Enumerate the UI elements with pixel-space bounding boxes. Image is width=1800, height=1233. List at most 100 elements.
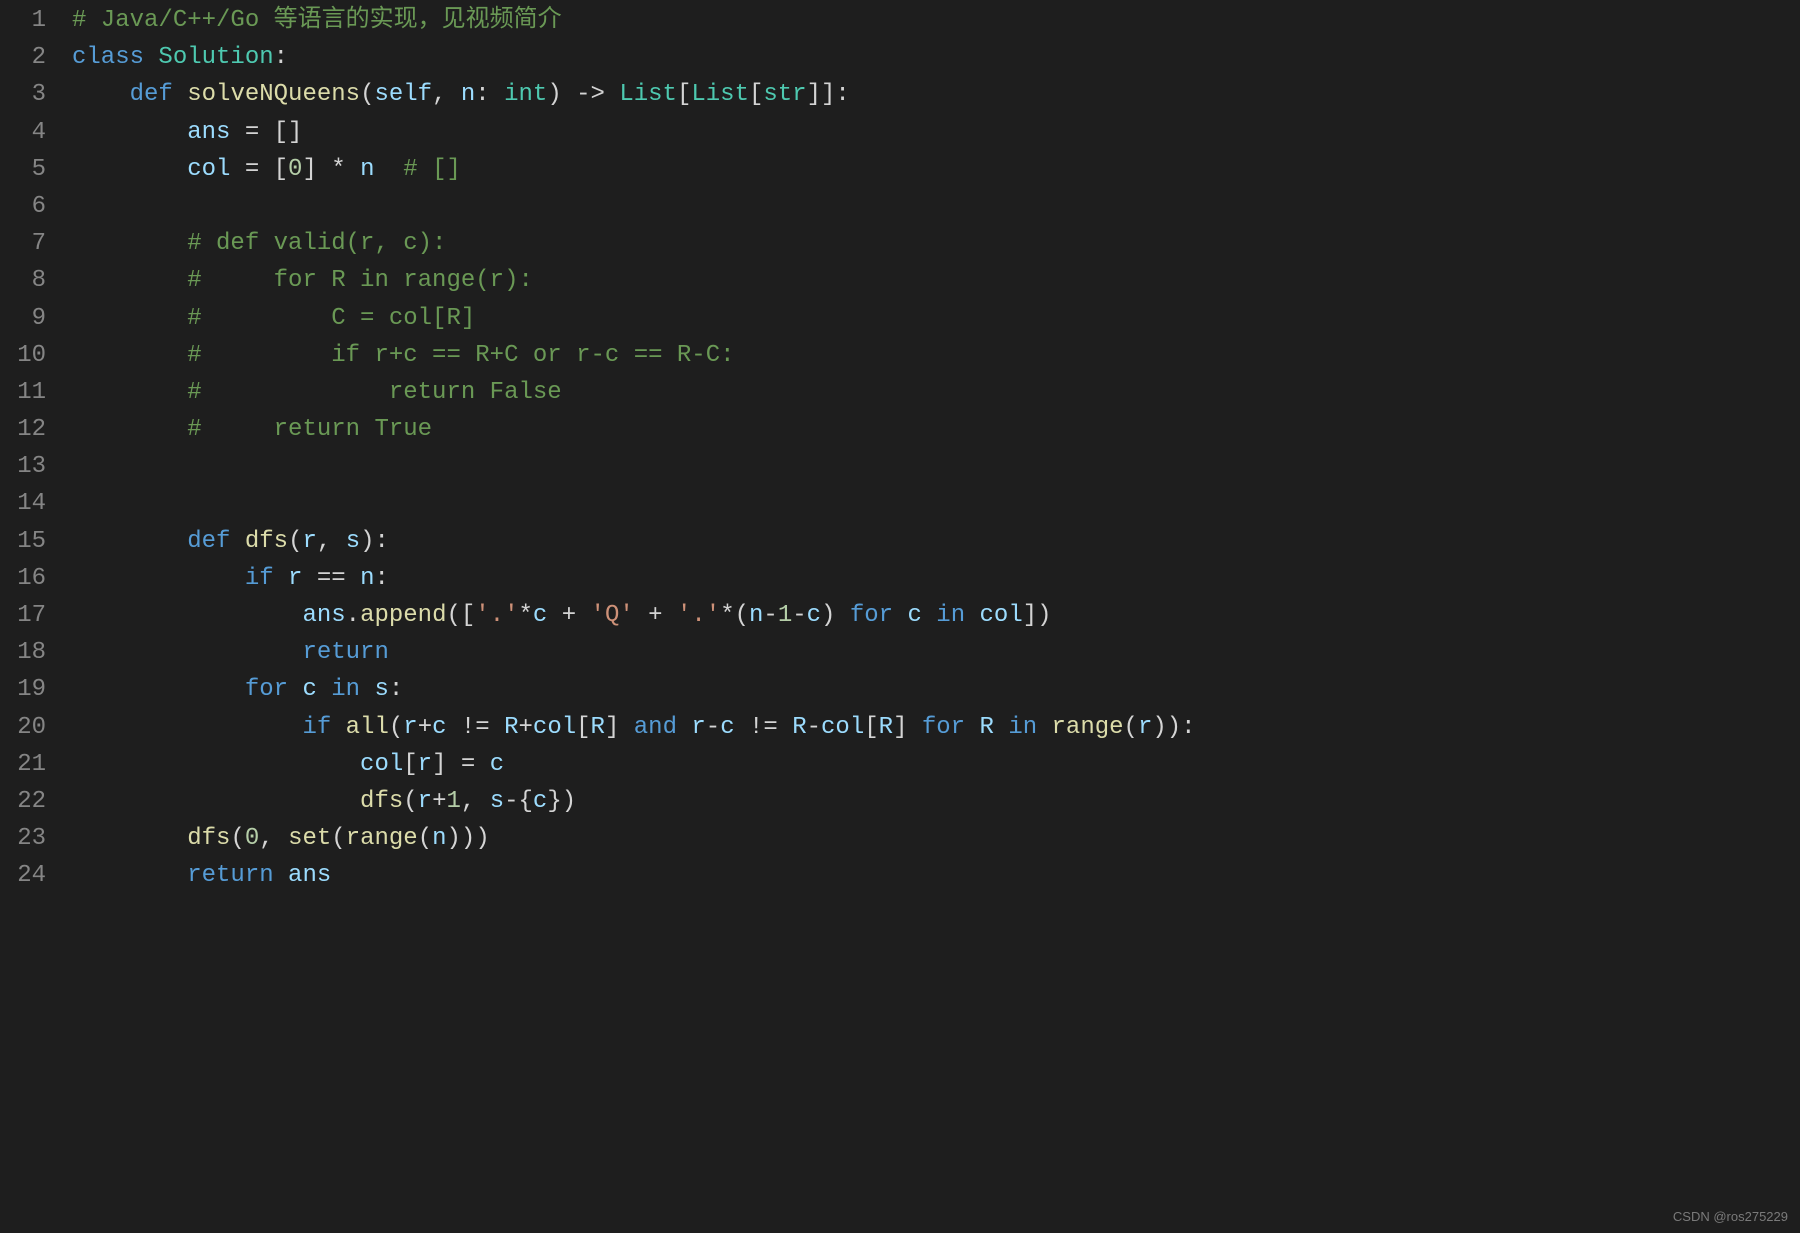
code-token (72, 230, 187, 257)
code-token: self (374, 81, 432, 108)
code-line[interactable]: def dfs(r, s): (72, 523, 1800, 560)
code-token: n (360, 565, 374, 592)
code-token (173, 81, 187, 108)
code-line[interactable]: for c in s: (72, 671, 1800, 708)
code-token (72, 81, 130, 108)
code-token: ))) (447, 825, 490, 852)
code-line[interactable]: if r == n: (72, 560, 1800, 597)
code-editor[interactable]: 123456789101112131415161718192021222324 … (0, 0, 1800, 1233)
code-token: c (720, 714, 734, 741)
code-token: and (634, 714, 677, 741)
code-token: r (302, 528, 316, 555)
code-token: # for R in range(r): (187, 267, 533, 294)
code-line[interactable]: dfs(r+1, s-{c}) (72, 783, 1800, 820)
code-token (144, 44, 158, 71)
code-line[interactable]: # return False (72, 374, 1800, 411)
code-token: r (288, 565, 302, 592)
code-token (922, 602, 936, 629)
line-number: 4 (10, 114, 46, 151)
code-line[interactable]: # return True (72, 411, 1800, 448)
code-token: n (360, 156, 374, 183)
code-token: # return True (187, 416, 432, 443)
code-token: : (274, 44, 288, 71)
code-token (994, 714, 1008, 741)
code-token: # if r+c == R+C or r-c == R-C: (187, 342, 734, 369)
code-token: r (1138, 714, 1152, 741)
code-token: # C = col[R] (187, 305, 475, 332)
code-line[interactable] (72, 485, 1800, 522)
code-token: n (432, 825, 446, 852)
code-line[interactable]: ans = [] (72, 114, 1800, 151)
code-token: = [ (230, 156, 288, 183)
code-line[interactable]: # Java/C++/Go 等语言的实现，见视频简介 (72, 2, 1800, 39)
code-line[interactable]: return ans (72, 857, 1800, 894)
line-number: 11 (10, 374, 46, 411)
line-number: 19 (10, 671, 46, 708)
line-number: 24 (10, 857, 46, 894)
code-token: [ (864, 714, 878, 741)
code-token: ( (230, 825, 244, 852)
code-token (72, 825, 187, 852)
code-token (72, 714, 302, 741)
code-line[interactable]: return (72, 634, 1800, 671)
code-token: R (980, 714, 994, 741)
code-token: append (360, 602, 446, 629)
code-token: ([ (446, 602, 475, 629)
code-token (72, 565, 245, 592)
code-token (72, 305, 187, 332)
line-number: 10 (10, 337, 46, 374)
code-token: . (346, 602, 360, 629)
code-token: R (591, 714, 605, 741)
code-token: c (807, 602, 821, 629)
code-token: + (418, 714, 432, 741)
code-token: str (763, 81, 806, 108)
code-line[interactable]: dfs(0, set(range(n))) (72, 820, 1800, 857)
code-token: col (187, 156, 230, 183)
code-token (274, 565, 288, 592)
code-token (965, 714, 979, 741)
code-token: * (519, 602, 533, 629)
watermark: CSDN @ros275229 (1673, 1207, 1788, 1227)
code-token (72, 862, 187, 889)
code-token: ans (288, 862, 331, 889)
code-line[interactable]: # C = col[R] (72, 300, 1800, 337)
line-number: 15 (10, 523, 46, 560)
code-token: == (302, 565, 360, 592)
code-line[interactable]: if all(r+c != R+col[R] and r-c != R-col[… (72, 709, 1800, 746)
code-token: col (821, 714, 864, 741)
code-token (72, 416, 187, 443)
code-line[interactable]: # def valid(r, c): (72, 225, 1800, 262)
code-token: , (461, 788, 490, 815)
code-line[interactable]: col[r] = c (72, 746, 1800, 783)
code-line[interactable]: ans.append(['.'*c + 'Q' + '.'*(n-1-c) fo… (72, 597, 1800, 634)
code-line[interactable] (72, 448, 1800, 485)
code-token: : (374, 565, 388, 592)
code-token: ( (331, 825, 345, 852)
code-line[interactable]: def solveNQueens(self, n: int) -> List[L… (72, 76, 1800, 113)
code-token: ( (418, 825, 432, 852)
code-token: != (447, 714, 505, 741)
code-token (317, 676, 331, 703)
code-line[interactable] (72, 188, 1800, 225)
code-token (230, 528, 244, 555)
code-line[interactable]: # if r+c == R+C or r-c == R-C: (72, 337, 1800, 374)
code-token: n (461, 81, 475, 108)
line-number: 14 (10, 485, 46, 522)
code-token: s (490, 788, 504, 815)
code-token (72, 639, 302, 666)
code-token: : (475, 81, 504, 108)
code-token: for (922, 714, 965, 741)
line-number: 6 (10, 188, 46, 225)
code-token: def (187, 528, 230, 555)
code-line[interactable]: class Solution: (72, 39, 1800, 76)
code-token: dfs (245, 528, 288, 555)
code-line[interactable]: col = [0] * n # [] (72, 151, 1800, 188)
code-area[interactable]: # Java/C++/Go 等语言的实现，见视频简介class Solution… (64, 0, 1800, 1233)
code-token: - (706, 714, 720, 741)
line-number: 12 (10, 411, 46, 448)
code-token: return (302, 639, 388, 666)
code-token: ans (302, 602, 345, 629)
code-line[interactable]: # for R in range(r): (72, 262, 1800, 299)
code-token: [ (576, 714, 590, 741)
code-token (331, 714, 345, 741)
